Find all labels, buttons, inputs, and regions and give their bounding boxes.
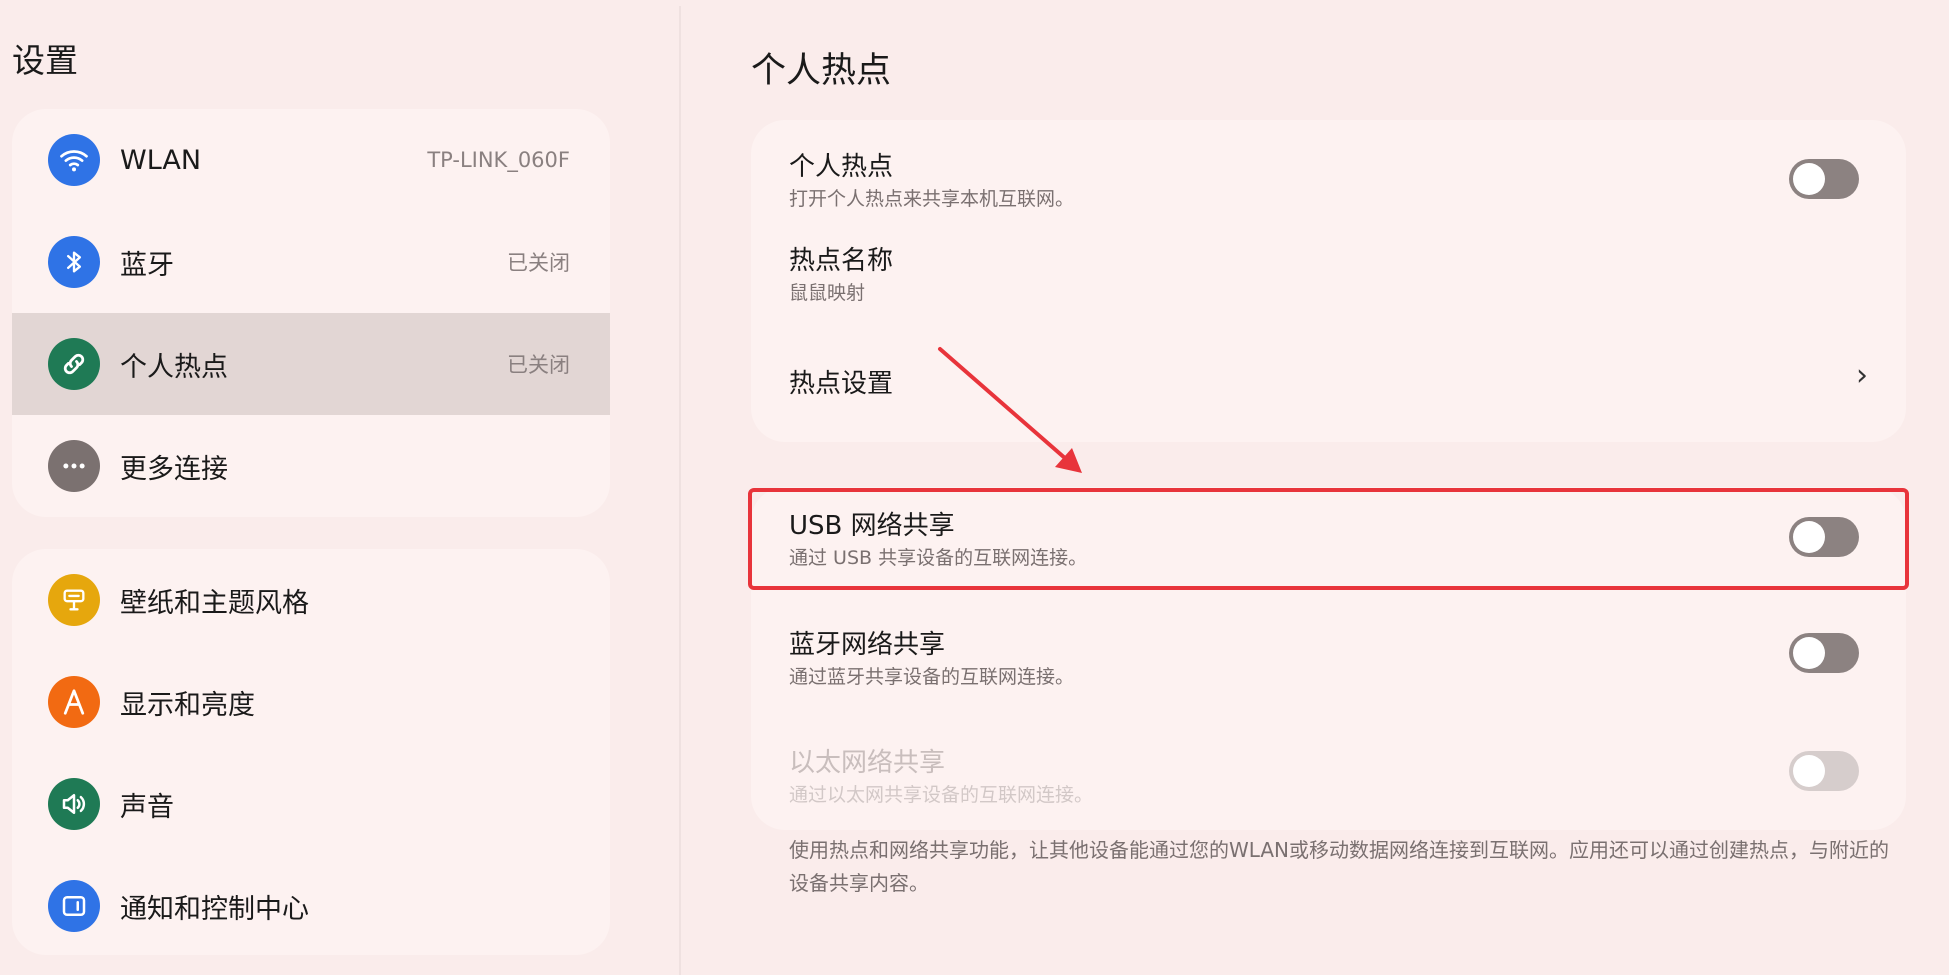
sidebar-item-label: 壁纸和主题风格 [120, 587, 309, 619]
bt-tether-row[interactable]: 蓝牙网络共享 通过蓝牙共享设备的互联网连接。 [751, 590, 1906, 708]
notification-icon [48, 880, 100, 932]
usb-tether-toggle[interactable] [1789, 517, 1859, 557]
sound-icon [48, 778, 100, 830]
sidebar-item-value: 已关闭 [507, 251, 570, 275]
sidebar-item-hotspot[interactable]: 个人热点 已关闭 [12, 313, 610, 415]
eth-tether-toggle [1789, 751, 1859, 791]
hotspot-name-row[interactable]: 热点名称 鼠鼠映射 [751, 236, 1906, 336]
sidebar-item-label: 蓝牙 [120, 249, 174, 281]
page-title: 个人热点 [751, 51, 892, 91]
hotspot-card: 个人热点 打开个人热点来共享本机互联网。 热点名称 鼠鼠映射 热点设置 › [751, 120, 1906, 442]
hotspot-settings-title: 热点设置 [789, 369, 894, 399]
hotspot-settings-row[interactable]: 热点设置 › [751, 336, 1906, 442]
hotspot-toggle[interactable] [1789, 159, 1859, 199]
link-icon [48, 338, 100, 390]
sidebar-item-bluetooth[interactable]: 蓝牙 已关闭 [12, 211, 610, 313]
sidebar-item-label: 更多连接 [120, 453, 228, 485]
sidebar-item-value: 已关闭 [507, 353, 570, 377]
wifi-icon [48, 134, 100, 186]
hotspot-name-value: 鼠鼠映射 [789, 282, 866, 304]
eth-tether-subtitle: 通过以太网共享设备的互联网连接。 [789, 784, 1094, 806]
sidebar-item-wlan[interactable]: WLAN TP-LINK_060F [12, 109, 610, 211]
bluetooth-icon [48, 236, 100, 288]
eth-tether-row: 以太网络共享 通过以太网共享设备的互联网连接。 [751, 708, 1906, 830]
sidebar: 设置 WLAN TP-LINK_060F 蓝牙 已关闭 个人热点 已关闭 更多连… [0, 0, 680, 975]
tethering-footnote: 使用热点和网络共享功能，让其他设备能通过您的WLAN或移动数据网络连接到互联网。… [789, 838, 1890, 895]
bt-tether-title: 蓝牙网络共享 [789, 630, 946, 660]
more-icon [48, 440, 100, 492]
bt-tether-subtitle: 通过蓝牙共享设备的互联网连接。 [789, 666, 1075, 688]
sidebar-item-label: 显示和亮度 [120, 689, 255, 721]
hotspot-subtitle: 打开个人热点来共享本机互联网。 [789, 188, 1075, 210]
usb-tether-title: USB 网络共享 [789, 511, 955, 541]
usb-tether-row[interactable]: USB 网络共享 通过 USB 共享设备的互联网连接。 [751, 487, 1906, 590]
sidebar-item-notifications[interactable]: 通知和控制中心 [12, 855, 610, 955]
theme-icon [48, 574, 100, 626]
eth-tether-title: 以太网络共享 [789, 748, 946, 778]
sidebar-item-display[interactable]: 显示和亮度 [12, 651, 610, 753]
display-settings-group: 壁纸和主题风格 显示和亮度 声音 通知和控制中心 [12, 549, 610, 955]
sidebar-item-more-connections[interactable]: 更多连接 [12, 415, 610, 517]
chevron-right-icon: › [1856, 358, 1868, 393]
usb-tether-subtitle: 通过 USB 共享设备的互联网连接。 [789, 547, 1088, 569]
hotspot-title: 个人热点 [789, 152, 894, 182]
hotspot-name-title: 热点名称 [789, 246, 894, 276]
sidebar-item-label: 个人热点 [120, 351, 228, 383]
hotspot-row[interactable]: 个人热点 打开个人热点来共享本机互联网。 [751, 120, 1906, 236]
connection-settings-group: WLAN TP-LINK_060F 蓝牙 已关闭 个人热点 已关闭 更多连接 [12, 109, 610, 517]
sidebar-item-value: TP-LINK_060F [427, 148, 570, 172]
tethering-card: USB 网络共享 通过 USB 共享设备的互联网连接。 蓝牙网络共享 通过蓝牙共… [751, 487, 1906, 830]
bt-tether-toggle[interactable] [1789, 633, 1859, 673]
sidebar-title: 设置 [12, 41, 78, 80]
display-icon [48, 676, 100, 728]
sidebar-item-sound[interactable]: 声音 [12, 753, 610, 855]
sidebar-item-label: WLAN [120, 144, 202, 176]
sidebar-item-label: 声音 [120, 791, 174, 823]
sidebar-item-label: 通知和控制中心 [120, 893, 309, 925]
sidebar-item-theme[interactable]: 壁纸和主题风格 [12, 549, 610, 651]
pane-divider [679, 6, 681, 975]
